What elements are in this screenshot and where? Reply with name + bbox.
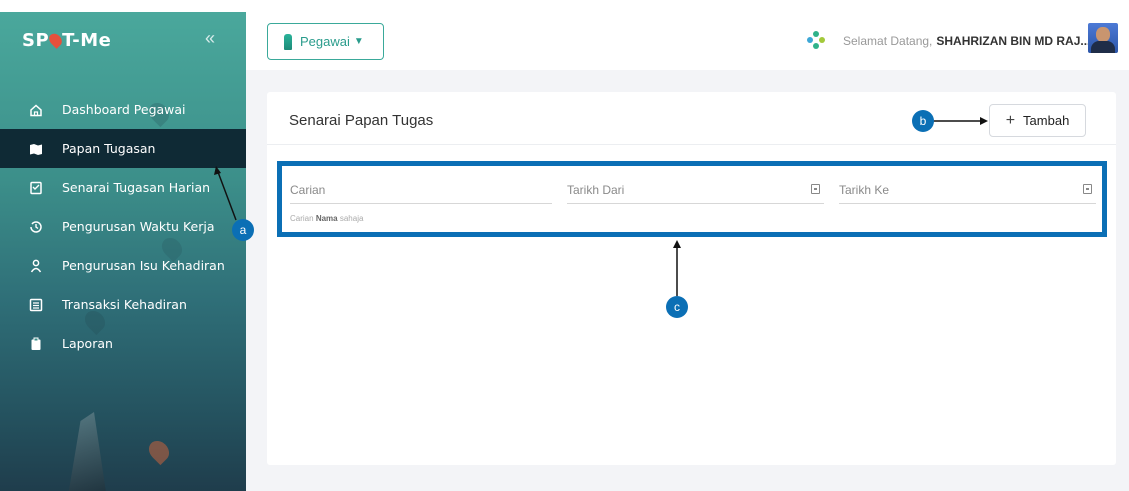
task-board-card: Senarai Papan Tugas + Tambah Carian Cari… (267, 92, 1116, 465)
callout-label: c (674, 300, 680, 314)
plus-icon: + (1005, 111, 1016, 129)
callout-badge-c: c (666, 296, 688, 318)
building-illustration (67, 412, 108, 491)
chevron-down-icon: ▼ (353, 36, 364, 47)
topbar: Pegawai ▼ Selamat Datang, SHAHRIZAN BIN M… (246, 12, 1129, 70)
input-underline (567, 203, 824, 204)
task-board-icon (28, 141, 44, 157)
date-from-input[interactable]: Tarikh Dari (567, 183, 624, 197)
search-field[interactable]: Carian (290, 176, 552, 212)
date-to-field[interactable]: Tarikh Ke (839, 176, 1096, 212)
sidebar-item-pengurusan-waktu-kerja[interactable]: Pengurusan Waktu Kerja (0, 207, 246, 246)
date-from-field[interactable]: Tarikh Dari (567, 176, 824, 212)
sidebar-item-transaksi-kehadiran[interactable]: Transaksi Kehadiran (0, 285, 246, 324)
sidebar-item-label: Papan Tugasan (62, 141, 156, 156)
sidebar-item-papan-tugasan[interactable]: Papan Tugasan (0, 129, 246, 168)
add-button[interactable]: + Tambah (989, 104, 1086, 137)
input-underline (290, 203, 552, 204)
input-underline (839, 203, 1096, 204)
user-name[interactable]: SHAHRIZAN BIN MD RAJ... (936, 34, 1090, 48)
callout-label: b (919, 114, 927, 128)
calendar-icon[interactable] (811, 184, 820, 194)
app-logo[interactable]: SP T-Me (22, 30, 111, 51)
callout-badge-a: a (232, 219, 254, 241)
home-icon (28, 102, 44, 118)
sidebar: SP T-Me « Dashboard Pegawai Papan Tugasan… (0, 12, 246, 491)
filter-panel-highlight: Carian Carian Nama sahaja Tarikh Dari Ta… (277, 161, 1107, 237)
sidebar-item-label: Dashboard Pegawai (62, 102, 186, 117)
calendar-icon[interactable] (1083, 184, 1092, 194)
callout-badge-b: b (912, 110, 934, 132)
user-role-icon (284, 33, 292, 50)
date-to-input[interactable]: Tarikh Ke (839, 183, 889, 197)
sidebar-item-label: Pengurusan Waktu Kerja (62, 219, 215, 234)
avatar-suit (1091, 41, 1115, 53)
collapse-sidebar-icon[interactable]: « (205, 28, 215, 49)
sidebar-item-pengurusan-isu-kehadiran[interactable]: Pengurusan Isu Kehadiran (0, 246, 246, 285)
sidebar-item-label: Transaksi Kehadiran (62, 297, 187, 312)
clock-history-icon (28, 219, 44, 235)
logo-text-suffix: T-Me (62, 30, 112, 51)
hint-prefix: Carian (290, 214, 314, 223)
sidebar-nav: Dashboard Pegawai Papan Tugasan Senarai … (0, 90, 246, 363)
avatar[interactable] (1088, 23, 1118, 53)
sidebar-item-label: Senarai Tugasan Harian (62, 180, 211, 195)
sidebar-item-label: Pengurusan Isu Kehadiran (62, 258, 225, 273)
main-content: Pegawai ▼ Selamat Datang, SHAHRIZAN BIN M… (246, 12, 1129, 491)
checklist-icon (28, 180, 44, 196)
logo-text-prefix: SP (22, 30, 50, 51)
search-hint: Carian Nama sahaja (290, 214, 363, 223)
search-input[interactable]: Carian (290, 183, 325, 197)
sidebar-item-label: Laporan (62, 336, 113, 351)
sidebar-item-senarai-tugasan-harian[interactable]: Senarai Tugasan Harian (0, 168, 246, 207)
page-title: Senarai Papan Tugas (289, 112, 434, 129)
clipboard-icon (28, 336, 44, 352)
hint-bold: Nama (315, 214, 338, 223)
sidebar-item-laporan[interactable]: Laporan (0, 324, 246, 363)
person-icon (28, 258, 44, 274)
role-dropdown-button[interactable]: Pegawai ▼ (267, 23, 384, 60)
sidebar-item-dashboard-pegawai[interactable]: Dashboard Pegawai (0, 90, 246, 129)
list-icon (28, 297, 44, 313)
map-pin-decoration (144, 436, 174, 466)
welcome-message: Selamat Datang, SHAHRIZAN BIN MD RAJ... (843, 34, 1090, 48)
hint-suffix: sahaja (339, 214, 364, 223)
role-label: Pegawai (300, 34, 350, 49)
welcome-prefix: Selamat Datang, (843, 34, 933, 48)
divider (267, 144, 1116, 145)
add-button-label: Tambah (1023, 113, 1070, 128)
callout-label: a (239, 223, 247, 237)
avatar-face (1096, 27, 1110, 42)
apps-icon[interactable] (805, 29, 827, 51)
